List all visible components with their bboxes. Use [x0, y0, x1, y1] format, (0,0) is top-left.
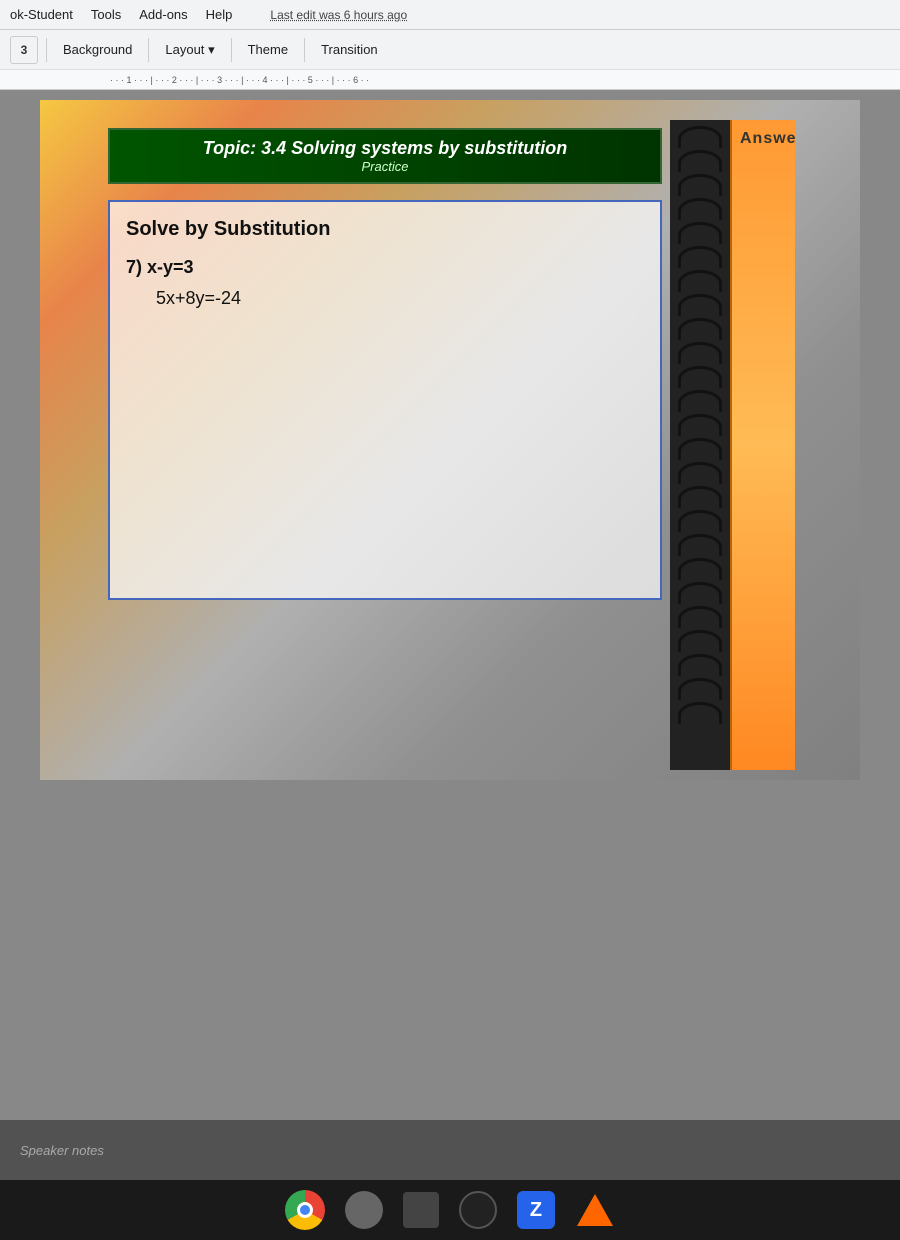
spiral-coil-9 — [678, 318, 722, 340]
spiral-coil-16 — [678, 486, 722, 508]
toolbar-divider-2 — [148, 38, 149, 62]
spiral-coil-8 — [678, 294, 722, 316]
answer-label: Answe — [740, 130, 795, 147]
toolbar: 3 Background Layout ▾ Theme Transition — [0, 30, 900, 70]
menu-item-help[interactable]: Help — [206, 7, 233, 22]
spiral-coil-20 — [678, 582, 722, 604]
speaker-notes-label: Speaker notes — [20, 1143, 104, 1158]
spiral-coil-14 — [678, 438, 722, 460]
spiral-coil-1 — [678, 126, 722, 148]
spiral-coil-4 — [678, 198, 722, 220]
spiral-coil-2 — [678, 150, 722, 172]
spiral-coil-5 — [678, 222, 722, 244]
slide-container[interactable]: Topic: 3.4 Solving systems by substituti… — [40, 100, 860, 780]
zoom-icon[interactable]: Z — [517, 1191, 555, 1229]
spiral-coil-11 — [678, 366, 722, 388]
spiral-coil-23 — [678, 654, 722, 676]
toolbar-divider-4 — [304, 38, 305, 62]
transition-button[interactable]: Transition — [313, 38, 386, 61]
spiral-coil-3 — [678, 174, 722, 196]
spiral-coil-19 — [678, 558, 722, 580]
slide-area: Topic: 3.4 Solving systems by substituti… — [0, 90, 900, 1120]
layout-button[interactable]: Layout ▾ — [157, 38, 222, 62]
problem-number: 7) x-y=3 — [126, 257, 644, 278]
answer-side-area: Answe — [730, 120, 795, 770]
clock-icon[interactable] — [459, 1191, 497, 1229]
triangle-icon[interactable] — [575, 1190, 615, 1230]
grid-icon[interactable] — [403, 1192, 439, 1228]
spiral-binding — [670, 120, 730, 770]
chrome-center — [297, 1202, 313, 1218]
equation: 5x+8y=-24 — [156, 288, 644, 309]
menu-bar: ok-Student Tools Add-ons Help Last edit … — [0, 0, 900, 30]
topic-header: Topic: 3.4 Solving systems by substituti… — [108, 128, 662, 184]
main-page-area: Topic: 3.4 Solving systems by substituti… — [100, 120, 670, 770]
slide-content-layer: Topic: 3.4 Solving systems by substituti… — [40, 100, 860, 780]
ruler: · · · 1 · · · | · · · 2 · · · | · · · 3 … — [0, 70, 900, 90]
ruler-marks: · · · 1 · · · | · · · 2 · · · | · · · 3 … — [50, 75, 369, 85]
content-box[interactable]: Solve by Substitution 7) x-y=3 5x+8y=-24 — [108, 200, 662, 600]
spiral-coil-13 — [678, 414, 722, 436]
spiral-coil-18 — [678, 534, 722, 556]
taskbar: Z — [0, 1180, 900, 1240]
spiral-coil-15 — [678, 462, 722, 484]
spiral-coil-10 — [678, 342, 722, 364]
last-edit-text: Last edit was 6 hours ago — [270, 8, 407, 22]
spiral-coil-24 — [678, 678, 722, 700]
spiral-coil-12 — [678, 390, 722, 412]
spiral-coil-17 — [678, 510, 722, 532]
slide-number-icon[interactable]: 3 — [10, 36, 38, 64]
menu-item-tools[interactable]: Tools — [91, 7, 121, 22]
background-button[interactable]: Background — [55, 38, 140, 61]
apps-icon[interactable] — [345, 1191, 383, 1229]
menu-bar-left: ok-Student Tools Add-ons Help Last edit … — [10, 7, 407, 22]
topic-subtitle: Practice — [122, 159, 648, 174]
spiral-coil-21 — [678, 606, 722, 628]
topic-title: Topic: 3.4 Solving systems by substituti… — [122, 138, 648, 159]
answer-text-wrapper: Answe — [732, 130, 795, 148]
chrome-icon[interactable] — [285, 1190, 325, 1230]
menu-item-title[interactable]: ok-Student — [10, 7, 73, 22]
theme-button[interactable]: Theme — [240, 38, 296, 61]
toolbar-divider-3 — [231, 38, 232, 62]
toolbar-divider-1 — [46, 38, 47, 62]
spiral-coil-22 — [678, 630, 722, 652]
speaker-notes-area[interactable]: Speaker notes — [0, 1120, 900, 1180]
content-heading: Solve by Substitution — [126, 218, 644, 241]
spiral-coil-7 — [678, 270, 722, 292]
spiral-coil-25 — [678, 702, 722, 724]
menu-item-addons[interactable]: Add-ons — [139, 7, 187, 22]
spiral-coil-6 — [678, 246, 722, 268]
